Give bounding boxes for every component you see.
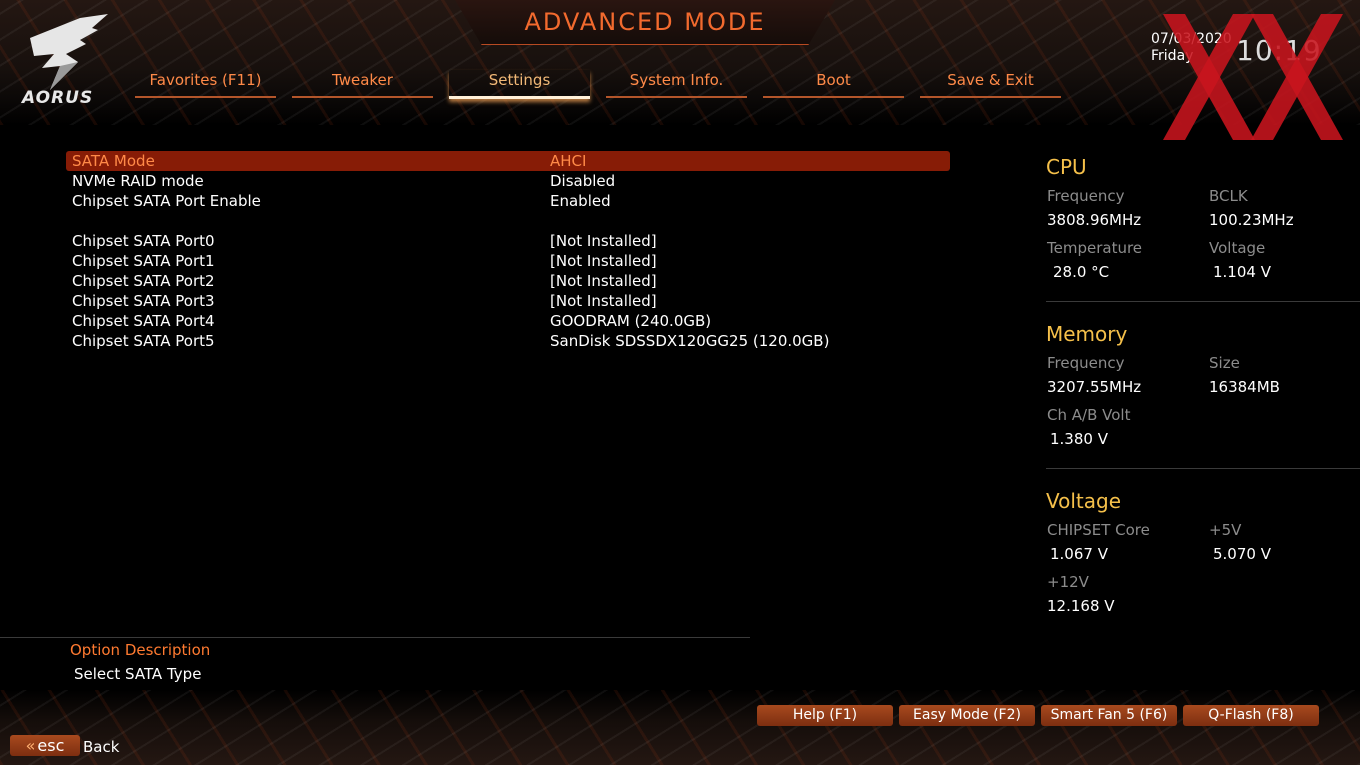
setting-value: [Not Installed] bbox=[550, 272, 657, 290]
cpu-bclk-value: 100.23MHz bbox=[1209, 211, 1294, 229]
aorus-logo-text: AORUS bbox=[22, 88, 94, 108]
panel-divider bbox=[1046, 468, 1360, 469]
memory-size-value: 16384MB bbox=[1209, 378, 1280, 396]
setting-value[interactable]: Disabled bbox=[550, 171, 615, 191]
cpu-section-title: CPU bbox=[1046, 155, 1087, 179]
tab-bar: Favorites (F11) Tweaker Settings System … bbox=[135, 70, 1065, 99]
tab-tweaker[interactable]: Tweaker bbox=[292, 70, 433, 98]
cpu-voltage-label: Voltage bbox=[1209, 239, 1266, 257]
setting-row-sata-mode[interactable]: SATA Mode AHCI bbox=[66, 151, 950, 171]
setting-value[interactable]: AHCI bbox=[550, 151, 586, 171]
setting-value: SanDisk SDSSDX120GG25 (120.0GB) bbox=[550, 332, 830, 350]
option-description-text: Select SATA Type bbox=[74, 665, 202, 683]
setting-row-sata-port4: Chipset SATA Port4 GOODRAM (240.0GB) bbox=[66, 311, 950, 331]
easy-mode-button[interactable]: Easy Mode (F2) bbox=[899, 705, 1035, 726]
voltage-section-title: Voltage bbox=[1046, 489, 1122, 513]
cpu-temperature-label: Temperature bbox=[1047, 239, 1143, 257]
memory-frequency-label: Frequency bbox=[1047, 354, 1125, 372]
q-flash-button[interactable]: Q-Flash (F8) bbox=[1183, 705, 1319, 726]
tab-save-exit[interactable]: Save & Exit bbox=[920, 70, 1061, 98]
tab-system-info[interactable]: System Info. bbox=[606, 70, 747, 98]
cpu-temperature-value: 28.0 °C bbox=[1053, 263, 1110, 281]
plus12v-value: 12.168 V bbox=[1047, 597, 1115, 615]
esc-button[interactable]: «esc bbox=[10, 735, 80, 756]
setting-label: Chipset SATA Port Enable bbox=[72, 192, 261, 210]
setting-label: Chipset SATA Port0 bbox=[72, 232, 215, 250]
help-button[interactable]: Help (F1) bbox=[757, 705, 893, 726]
plus5v-label: +5V bbox=[1209, 521, 1242, 539]
cpu-bclk-label: BCLK bbox=[1209, 187, 1248, 205]
setting-value: [Not Installed] bbox=[550, 252, 657, 270]
back-label[interactable]: Back bbox=[83, 738, 119, 756]
memory-volt-label: Ch A/B Volt bbox=[1047, 406, 1131, 424]
memory-size-label: Size bbox=[1209, 354, 1240, 372]
settings-list: SATA Mode AHCI NVMe RAID mode Disabled C… bbox=[66, 151, 950, 351]
double-chevron-left-icon: « bbox=[25, 736, 36, 755]
plus12v-label: +12V bbox=[1047, 573, 1089, 591]
setting-row-sata-port2: Chipset SATA Port2 [Not Installed] bbox=[66, 271, 950, 291]
cpu-frequency-label: Frequency bbox=[1047, 187, 1125, 205]
smart-fan-button[interactable]: Smart Fan 5 (F6) bbox=[1041, 705, 1177, 726]
setting-label: Chipset SATA Port1 bbox=[72, 252, 215, 270]
setting-value: [Not Installed] bbox=[550, 292, 657, 310]
plus5v-value: 5.070 V bbox=[1213, 545, 1271, 563]
esc-label: esc bbox=[37, 736, 65, 755]
memory-frequency-value: 3207.55MHz bbox=[1047, 378, 1142, 396]
setting-row-sata-port5: Chipset SATA Port5 SanDisk SDSSDX120GG25… bbox=[66, 331, 950, 351]
footer-bar bbox=[0, 690, 1360, 765]
xx-watermark-logo bbox=[1163, 14, 1343, 140]
setting-row-sata-port3: Chipset SATA Port3 [Not Installed] bbox=[66, 291, 950, 311]
setting-value[interactable]: Enabled bbox=[550, 191, 611, 211]
memory-volt-value: 1.380 V bbox=[1050, 430, 1108, 448]
page-title: ADVANCED MODE bbox=[524, 8, 766, 36]
setting-value: [Not Installed] bbox=[550, 232, 657, 250]
setting-label: Chipset SATA Port2 bbox=[72, 272, 215, 290]
cpu-voltage-value: 1.104 V bbox=[1213, 263, 1271, 281]
tab-boot[interactable]: Boot bbox=[763, 70, 904, 98]
setting-label: SATA Mode bbox=[72, 152, 155, 170]
memory-section-title: Memory bbox=[1046, 322, 1128, 346]
setting-label: Chipset SATA Port5 bbox=[72, 332, 215, 350]
description-divider bbox=[0, 637, 750, 638]
tab-settings[interactable]: Settings bbox=[449, 70, 590, 99]
setting-label: NVMe RAID mode bbox=[72, 172, 204, 190]
setting-label: Chipset SATA Port3 bbox=[72, 292, 215, 310]
panel-divider bbox=[1046, 301, 1360, 302]
chipset-core-label: CHIPSET Core bbox=[1047, 521, 1150, 539]
setting-row-sata-port1: Chipset SATA Port1 [Not Installed] bbox=[66, 251, 950, 271]
setting-row-nvme-raid[interactable]: NVMe RAID mode Disabled bbox=[66, 171, 950, 191]
setting-label: Chipset SATA Port4 bbox=[72, 312, 215, 330]
tab-favorites[interactable]: Favorites (F11) bbox=[135, 70, 276, 98]
setting-row-sata-port-enable[interactable]: Chipset SATA Port Enable Enabled bbox=[66, 191, 950, 211]
option-description-title: Option Description bbox=[70, 641, 211, 659]
cpu-frequency-value: 3808.96MHz bbox=[1047, 211, 1142, 229]
setting-value: GOODRAM (240.0GB) bbox=[550, 312, 712, 330]
setting-row-sata-port0: Chipset SATA Port0 [Not Installed] bbox=[66, 231, 950, 251]
chipset-core-value: 1.067 V bbox=[1050, 545, 1108, 563]
